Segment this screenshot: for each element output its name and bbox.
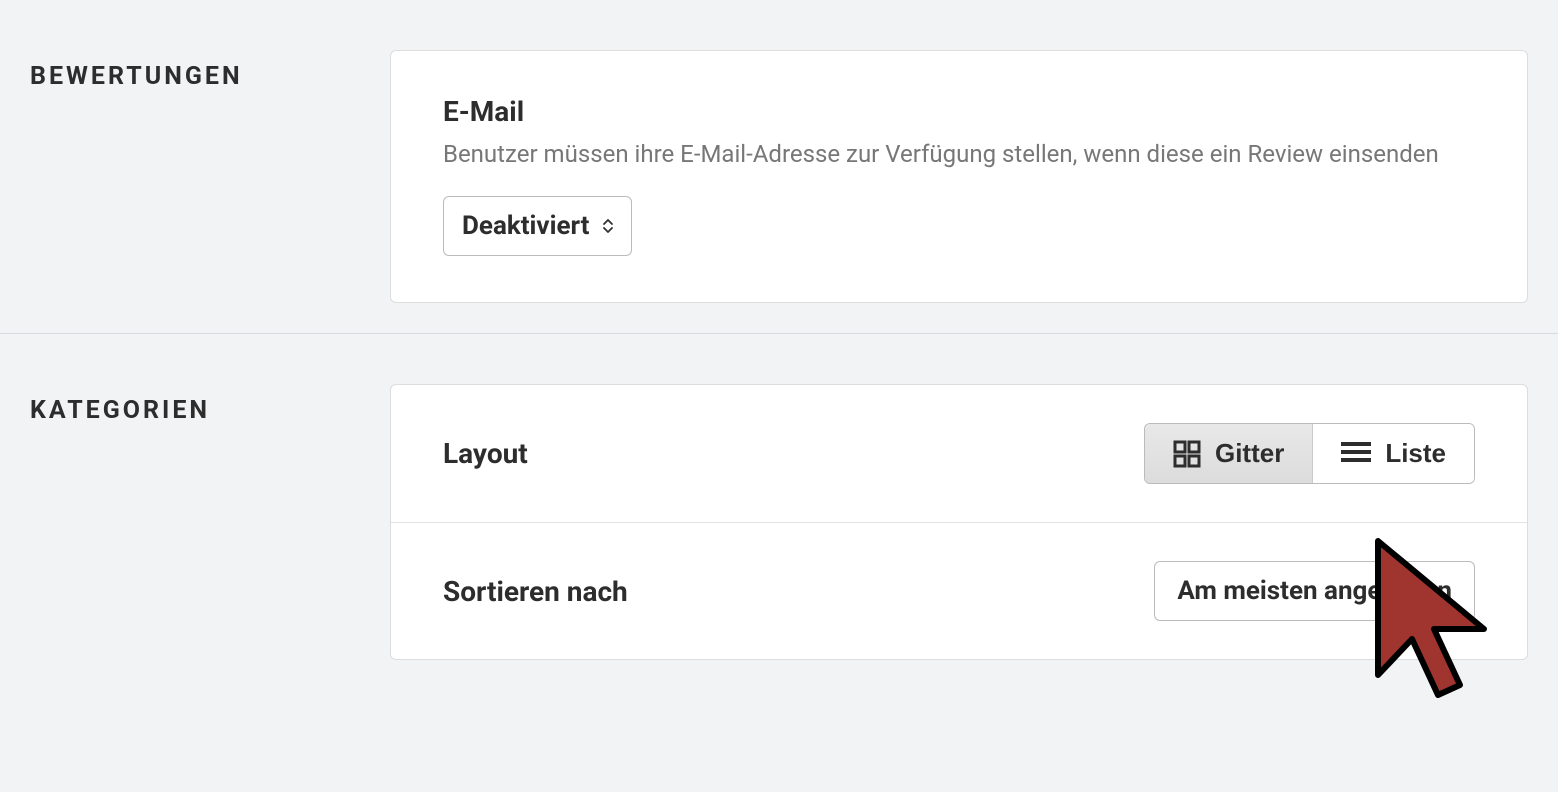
layout-list-label: Liste <box>1385 438 1446 469</box>
sort-select[interactable]: Am meisten angesehen <box>1154 561 1475 621</box>
categories-section-label: KATEGORIEN <box>30 384 390 660</box>
sort-row: Sortieren nach Am meisten angesehen <box>391 523 1527 659</box>
categories-panel: Layout Gitter <box>390 384 1528 660</box>
reviews-section-label: BEWERTUNGEN <box>30 50 390 303</box>
layout-grid-button[interactable]: Gitter <box>1145 424 1312 483</box>
select-caret-icon <box>603 219 613 233</box>
list-icon <box>1341 441 1371 467</box>
layout-row-label: Layout <box>443 437 528 470</box>
sort-select-value: Am meisten angesehen <box>1177 576 1452 606</box>
email-field-title: E-Mail <box>443 95 1475 128</box>
email-field-description: Benutzer müssen ihre E-Mail-Adresse zur … <box>443 138 1475 170</box>
grid-icon <box>1173 440 1201 468</box>
categories-section: KATEGORIEN Layout Gitter <box>0 334 1558 690</box>
reviews-panel: E-Mail Benutzer müssen ihre E-Mail-Adres… <box>390 50 1528 303</box>
email-select-value: Deaktiviert <box>462 211 589 241</box>
reviews-section: BEWERTUNGEN E-Mail Benutzer müssen ihre … <box>0 0 1558 333</box>
layout-segmented-control: Gitter Liste <box>1144 423 1475 484</box>
layout-list-button[interactable]: Liste <box>1313 424 1474 483</box>
sort-row-label: Sortieren nach <box>443 575 628 608</box>
layout-row: Layout Gitter <box>391 385 1527 523</box>
email-select[interactable]: Deaktiviert <box>443 196 632 256</box>
layout-grid-label: Gitter <box>1215 438 1284 469</box>
